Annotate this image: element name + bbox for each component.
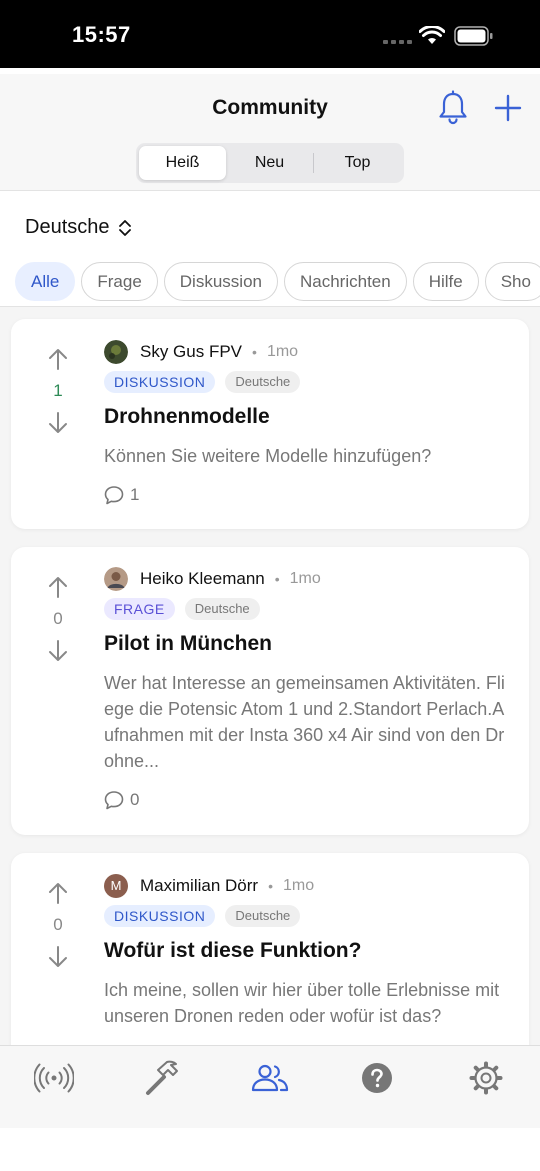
comment-count-value: 0 — [130, 790, 140, 809]
comment-count-value: 1 — [130, 485, 140, 504]
post-meta: Heiko Kleemann • 1mo — [104, 566, 511, 592]
post-age: 1mo — [289, 570, 321, 587]
tab-help[interactable] — [355, 1060, 399, 1096]
author-name[interactable]: Sky Gus FPV — [140, 342, 242, 362]
separator-dot: • — [274, 571, 280, 587]
filter-chip-show[interactable]: Sho — [484, 262, 540, 301]
filter-chip-discussion[interactable]: Diskussion — [163, 262, 278, 301]
cellular-signal-icon — [383, 40, 412, 44]
chevron-up-down-icon — [118, 219, 131, 236]
segment-new[interactable]: Neu — [226, 146, 313, 180]
post-meta: M Maximilian Dörr • 1mo — [104, 873, 511, 899]
language-badge: Deutsche — [184, 598, 260, 620]
category-badge: FRAGE — [104, 598, 175, 620]
help-icon — [362, 1063, 392, 1093]
status-bar: 15:57 — [0, 0, 540, 68]
segment-top[interactable]: Top — [314, 146, 401, 180]
vote-control: 1 — [43, 347, 73, 435]
post-body: Ich meine, sollen wir hier über tolle Er… — [104, 980, 500, 1026]
category-filter-bar: Alle Frage Diskussion Nachrichten Hilfe … — [15, 262, 540, 301]
tab-broadcast[interactable] — [32, 1060, 76, 1096]
tab-tools[interactable] — [140, 1060, 184, 1096]
filter-chip-news[interactable]: Nachrichten — [283, 262, 407, 301]
upvote-arrow-icon[interactable] — [47, 347, 69, 371]
language-badge: Deutsche — [225, 905, 301, 927]
comment-count[interactable]: 0 — [104, 790, 511, 810]
post-title[interactable]: Wofür ist diese Funktion? — [104, 939, 511, 963]
wifi-icon — [419, 26, 445, 44]
post-body: Wer hat Interesse an gemeinsamen Aktivit… — [104, 673, 505, 771]
post-tags: DISKUSSION Deutsche — [104, 371, 511, 393]
comment-bubble-icon — [104, 486, 124, 505]
vote-count: 0 — [53, 609, 63, 628]
filter-chip-help[interactable]: Hilfe — [412, 262, 479, 301]
avatar[interactable]: M — [104, 874, 128, 898]
bottom-tab-bar — [0, 1045, 540, 1128]
battery-icon — [454, 26, 493, 46]
post-tags: DISKUSSION Deutsche — [104, 905, 511, 927]
sort-segmented-control: Heiß Neu Top — [136, 143, 404, 183]
bell-icon[interactable] — [436, 90, 470, 126]
post-body: Können Sie weitere Modelle hinzufügen? — [104, 446, 432, 466]
post-meta: Sky Gus FPV • 1mo — [104, 339, 511, 365]
tab-settings[interactable] — [464, 1060, 508, 1096]
language-selector-label: Deutsche — [25, 216, 110, 238]
post-title[interactable]: Drohnenmodelle — [104, 405, 511, 429]
downvote-arrow-icon[interactable] — [47, 411, 69, 435]
post-content: M Maximilian Dörr • 1mo DISKUSSION Deuts… — [104, 873, 511, 1029]
status-time: 15:57 — [72, 22, 131, 47]
author-name[interactable]: Maximilian Dörr — [140, 876, 258, 896]
community-header: Community Heiß Neu Top — [0, 74, 540, 191]
post-card[interactable]: 0 Heiko Kleemann • 1mo FRAGE Deutsche Pi… — [11, 547, 529, 835]
post-title[interactable]: Pilot in München — [104, 632, 511, 656]
home-indicator-area — [0, 1128, 540, 1171]
post-feed[interactable]: 1 Sky Gus FPV • 1mo DISKUSSION Deutsche … — [0, 307, 540, 1045]
post-age: 1mo — [266, 343, 299, 360]
post-card[interactable]: 0 M Maximilian Dörr • 1mo DISKUSSION Deu… — [11, 853, 529, 1045]
category-badge: DISKUSSION — [104, 371, 216, 393]
segment-hot[interactable]: Heiß — [139, 146, 226, 180]
filter-chip-question[interactable]: Frage — [81, 262, 158, 301]
settings-icon — [469, 1061, 503, 1095]
separator-dot: • — [252, 344, 257, 360]
post-tags: FRAGE Deutsche — [104, 598, 511, 620]
downvote-arrow-icon[interactable] — [47, 945, 69, 969]
post-age: 1mo — [282, 877, 315, 894]
language-selector[interactable]: Deutsche — [25, 216, 132, 239]
avatar[interactable] — [104, 340, 128, 364]
avatar[interactable] — [104, 567, 128, 591]
tab-community[interactable] — [248, 1060, 292, 1096]
broadcast-icon — [34, 1063, 74, 1093]
vote-control: 0 — [43, 881, 73, 969]
category-badge: DISKUSSION — [104, 905, 216, 927]
upvote-arrow-icon[interactable] — [47, 575, 69, 599]
separator-dot: • — [268, 878, 273, 894]
language-badge: Deutsche — [225, 371, 301, 393]
filter-chip-all[interactable]: Alle — [15, 262, 76, 301]
upvote-arrow-icon[interactable] — [47, 881, 69, 905]
add-post-icon[interactable] — [494, 94, 522, 122]
post-content: Sky Gus FPV • 1mo DISKUSSION Deutsche Dr… — [104, 339, 511, 505]
downvote-arrow-icon[interactable] — [47, 639, 69, 663]
post-card[interactable]: 1 Sky Gus FPV • 1mo DISKUSSION Deutsche … — [11, 319, 529, 529]
vote-count: 1 — [53, 381, 63, 400]
comment-count[interactable]: 1 — [104, 485, 511, 505]
author-name[interactable]: Heiko Kleemann — [140, 569, 265, 589]
hammer-icon — [146, 1060, 178, 1095]
comment-bubble-icon — [104, 791, 124, 810]
vote-control: 0 — [43, 575, 73, 663]
vote-count: 0 — [53, 915, 63, 934]
community-icon — [251, 1064, 289, 1092]
post-content: Heiko Kleemann • 1mo FRAGE Deutsche Pilo… — [104, 566, 511, 810]
